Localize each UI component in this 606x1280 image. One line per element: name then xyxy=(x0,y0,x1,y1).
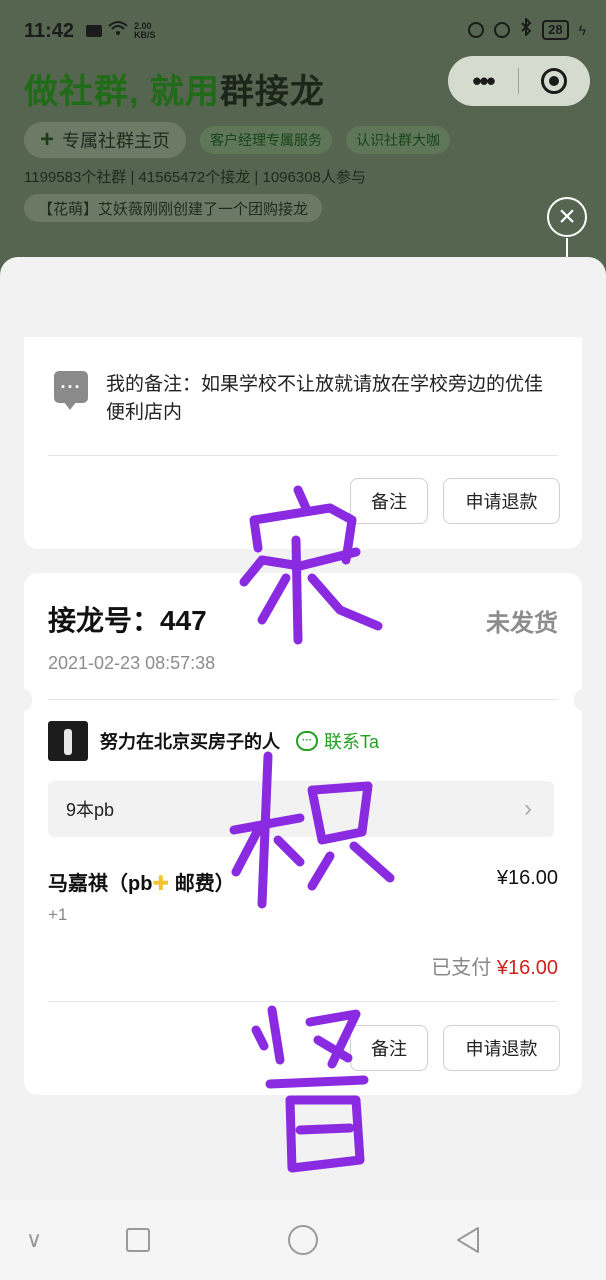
divider xyxy=(48,455,558,456)
avatar[interactable] xyxy=(48,721,88,761)
order-status: 未发货 xyxy=(486,610,558,637)
item-name-part1: 马嘉祺（pb xyxy=(48,873,153,895)
plus-emoji-icon: ✚ xyxy=(152,873,170,895)
order-card-447: 接龙号：447 未发货 2021-02-23 08:57:38 努力在北京买房子… xyxy=(16,573,590,1095)
item-name: 马嘉祺（pb✚ 邮费） xyxy=(48,867,235,896)
manager-service-tag[interactable]: 客户经理专属服务 xyxy=(200,126,332,154)
order-time: 2021-02-23 08:57:38 xyxy=(48,653,216,673)
network-status: 2.00 KB/S xyxy=(86,20,156,41)
item-name-part2: 邮费） xyxy=(174,873,235,895)
remark-text: 我的备注：如果学校不让放就请放在学校旁边的优佳便利店内 xyxy=(106,374,544,423)
nav-square-icon[interactable] xyxy=(120,1222,156,1258)
order-sheet: ··· 我的备注：如果学校不让放就请放在学校旁边的优佳便利店内 备注 申请退款 … xyxy=(0,257,606,1200)
brand-slogan: 做社群, 就用群接龙 xyxy=(24,64,325,113)
nav-back-icon[interactable]: ∨ xyxy=(16,1222,52,1258)
battery-icon: 28 xyxy=(542,19,569,40)
product-summary-label: 9本pb xyxy=(66,800,115,820)
bluetooth-icon xyxy=(520,16,532,41)
community-home-button[interactable]: + 专属社群主页 xyxy=(24,122,187,158)
divider xyxy=(48,699,558,700)
chevron-right-icon: › xyxy=(524,795,532,822)
product-summary-row[interactable]: 9本pb › xyxy=(48,781,554,837)
status-time: 11:42 xyxy=(24,20,75,42)
miniprogram-capsule: ••• xyxy=(448,56,590,106)
item-price: ¥16.00 xyxy=(496,867,558,889)
remark-row: ··· 我的备注：如果学校不让放就请放在学校旁边的优佳便利店内 xyxy=(54,371,556,427)
system-nav-bar: ∨ xyxy=(0,1200,606,1280)
wifi-icon xyxy=(108,20,128,41)
nav-home-icon[interactable] xyxy=(285,1222,321,1258)
background-page: 11:42 2.00 KB/S 28 ϟ 做社群, 就用群接龙 ••• + 专属… xyxy=(0,0,606,300)
order-card-previous: ··· 我的备注：如果学校不让放就请放在学校旁边的优佳便利店内 备注 申请退款 xyxy=(24,337,582,549)
refund-button[interactable]: 申请退款 xyxy=(443,478,560,524)
order-number: 接龙号：447 xyxy=(48,605,207,636)
remark-button[interactable]: 备注 xyxy=(350,1025,428,1071)
activity-notice: 【花萌】艾妖薇刚刚创建了一个团购接龙 xyxy=(24,194,323,222)
lock-icon xyxy=(494,21,511,38)
net-speed-unit: KB/S xyxy=(134,29,156,40)
chat-icon: ··· xyxy=(296,731,318,751)
buyer-row: 努力在北京买房子的人 ··· 联系Ta xyxy=(48,721,379,761)
ticket-notch-left xyxy=(16,689,32,711)
contact-label: 联系Ta xyxy=(324,732,380,752)
brand-slogan-part2: 群接龙 xyxy=(219,73,325,111)
divider xyxy=(48,1001,558,1002)
remark-button[interactable]: 备注 xyxy=(350,478,428,524)
item-quantity: +1 xyxy=(48,905,68,924)
sim-icon xyxy=(86,24,102,37)
charging-icon: ϟ xyxy=(578,21,586,38)
net-speed: 2.00 KB/S xyxy=(134,21,156,40)
paid-amount-row: 已支付 ¥16.00 xyxy=(431,951,558,980)
meet-experts-tag[interactable]: 认识社群大咖 xyxy=(346,126,450,154)
brand-slogan-part1: 做社群, 就用 xyxy=(24,73,220,111)
paid-label: 已支付 xyxy=(431,957,492,979)
plus-icon: + xyxy=(40,126,55,153)
sync-icon xyxy=(468,21,485,38)
target-icon[interactable] xyxy=(519,68,589,94)
status-bar: 11:42 2.00 KB/S 28 ϟ xyxy=(0,0,606,60)
nav-recent-icon[interactable] xyxy=(450,1222,486,1258)
contact-button[interactable]: ··· 联系Ta xyxy=(296,728,379,754)
status-icons: 28 ϟ xyxy=(468,16,586,41)
more-icon[interactable]: ••• xyxy=(448,66,518,97)
community-home-label: 专属社群主页 xyxy=(62,131,171,151)
close-icon[interactable]: × xyxy=(547,197,587,237)
refund-button[interactable]: 申请退款 xyxy=(443,1025,560,1071)
buyer-name: 努力在北京买房子的人 xyxy=(100,732,280,752)
ticket-notch-right xyxy=(574,689,590,711)
comment-icon: ··· xyxy=(54,371,88,410)
platform-stats: 1199583个社群 | 41565472个接龙 | 1096308人参与 xyxy=(24,169,366,186)
paid-amount: ¥16.00 xyxy=(496,957,558,979)
